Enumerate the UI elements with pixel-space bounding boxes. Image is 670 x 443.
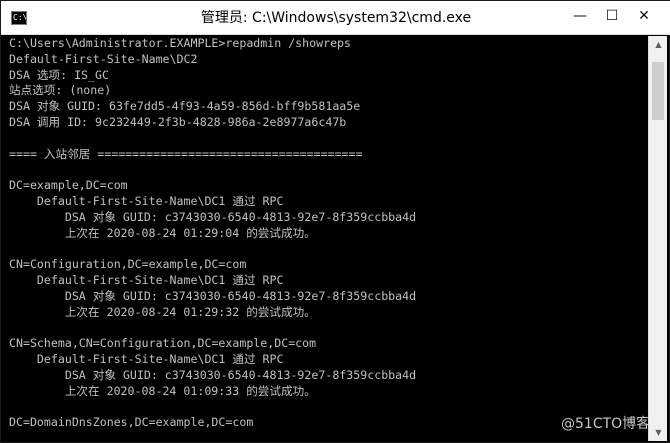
console-line: DSA 对象 GUID: c3743030-6540-4813-92e7-8f3… [9,367,417,382]
console-line: Default-First-Site-Name\DC1 通过 RPC [9,272,284,287]
close-button[interactable]: ✕ [629,1,659,31]
console-line: Default-First-Site-Name\DC1 通过 RPC [9,193,284,208]
console-line: CN=Schema,CN=Configuration,DC=example,DC… [9,336,317,351]
console-line: CN=Configuration,DC=example,DC=com [9,257,247,272]
cmd-app-icon[interactable]: C:\ [11,11,27,25]
watermark: @51CTO博客 [561,416,651,432]
console-line: ==== 入站邻居 ==============================… [9,146,363,161]
console-line: 站点选项: (none) [9,83,112,98]
console-line: DC=example,DC=com [9,178,128,193]
console-line: DSA 对象 GUID: c3743030-6540-4813-92e7-8f3… [9,209,417,224]
maximize-button[interactable]: ☐ [597,1,627,31]
console-line: DSA 调用 ID: 9c232449-2f3b-4828-986a-2e897… [9,114,347,129]
vertical-scrollbar[interactable]: ▲ ▼ [648,36,667,441]
scroll-up-arrow-icon[interactable]: ▲ [649,36,668,53]
scroll-down-arrow-icon[interactable]: ▼ [649,424,668,441]
console-line: 上次在 2020-08-24 01:29:32 的尝试成功。 [9,304,316,319]
console-line: DSA 对象 GUID: c3743030-6540-4813-92e7-8f3… [9,288,417,303]
console-line: Default-First-Site-Name\DC2 [9,51,198,66]
console-line: DSA 选项: IS_GC [9,67,109,82]
console-line: C:\Users\Administrator.EXAMPLE>repadmin … [9,36,352,50]
console-line: 上次在 2020-08-24 01:09:33 的尝试成功。 [9,383,316,398]
console-output[interactable]: C:\Users\Administrator.EXAMPLE>repadmin … [9,36,645,441]
cmd-window: C:\ 管理员: C:\Windows\system32\cmd.exe — ☐… [0,0,670,443]
console-line: DSA 对象 GUID: 63fe7dd5-4f93-4a59-856d-bff… [9,99,361,114]
console-line: 上次在 2020-08-24 01:29:04 的尝试成功。 [9,225,316,240]
console-line: DC=DomainDnsZones,DC=example,DC=com [9,415,254,430]
title-bar[interactable]: C:\ 管理员: C:\Windows\system32\cmd.exe — ☐… [1,1,670,35]
minimize-button[interactable]: — [565,1,595,31]
scrollbar-thumb[interactable] [652,62,664,120]
console-line: Default-First-Site-Name\DC1 通过 RPC [9,351,284,366]
